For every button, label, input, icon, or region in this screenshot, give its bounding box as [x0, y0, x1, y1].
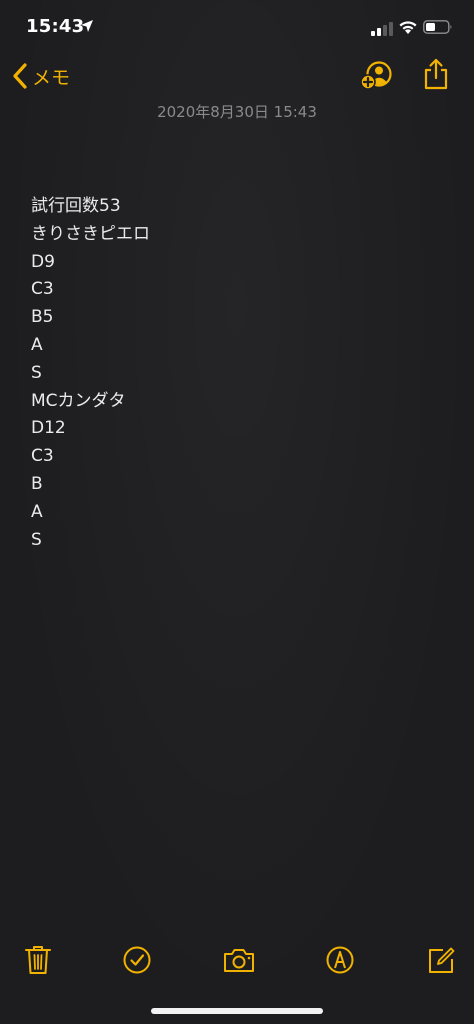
trash-icon[interactable]: [23, 944, 53, 976]
home-indicator[interactable]: [151, 1008, 323, 1014]
wifi-icon: [399, 21, 417, 34]
note-line[interactable]: D9: [31, 249, 451, 277]
note-line[interactable]: きりさきピエロ: [31, 221, 451, 249]
add-people-icon[interactable]: [360, 61, 394, 91]
note-line[interactable]: 試行回数53: [31, 193, 451, 221]
status-bar: 15:43: [0, 0, 474, 54]
status-time: 15:43: [26, 16, 85, 37]
note-line[interactable]: A: [31, 499, 451, 527]
share-icon[interactable]: [422, 58, 450, 90]
note-date: 2020年8月30日 15:43: [157, 103, 317, 121]
compose-icon[interactable]: [426, 944, 456, 976]
note-line[interactable]: S: [31, 527, 451, 555]
markup-icon[interactable]: [325, 944, 355, 976]
cellular-signal-icon: [371, 22, 393, 36]
chevron-left-icon: [13, 63, 27, 89]
note-body[interactable]: 試行回数53 きりさきピエロ D9 C3 B5 A S MCカンダタ D12 C…: [31, 193, 451, 554]
note-line[interactable]: B: [31, 471, 451, 499]
note-line[interactable]: C3: [31, 276, 451, 304]
back-button[interactable]: メモ: [12, 60, 70, 92]
battery-icon: [423, 20, 452, 34]
camera-icon[interactable]: [222, 944, 256, 976]
note-line[interactable]: B5: [31, 304, 451, 332]
note-line[interactable]: MCカンダタ: [31, 388, 451, 416]
back-button-label: メモ: [32, 66, 71, 89]
note-line[interactable]: D12: [31, 415, 451, 443]
notes-screen: 15:43 メモ 2020年8月30日 15:43 試行回数53 きりさきピエロ…: [0, 0, 474, 1024]
checklist-icon[interactable]: [122, 944, 152, 976]
note-line[interactable]: S: [31, 360, 451, 388]
location-arrow-icon: [81, 20, 93, 32]
note-line[interactable]: A: [31, 332, 451, 360]
note-line[interactable]: C3: [31, 443, 451, 471]
